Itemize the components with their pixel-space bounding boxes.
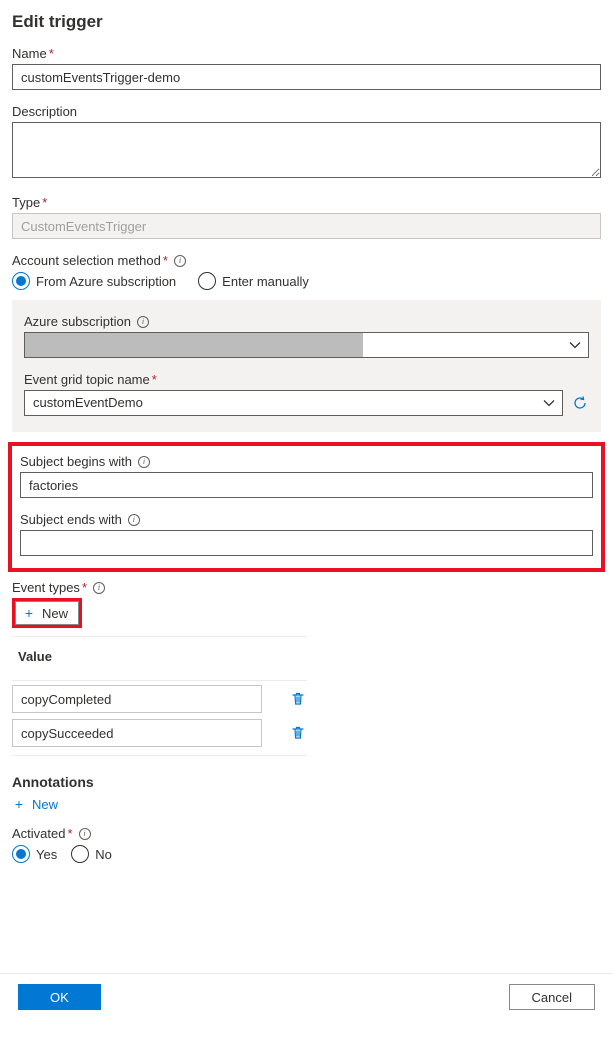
account-selection-radio-group: From Azure subscription Enter manually	[12, 272, 601, 290]
page-title: Edit trigger	[12, 12, 601, 32]
radio-activated-no[interactable]: No	[71, 845, 112, 863]
event-grid-topic-block: Event grid topic name * customEventDemo	[24, 372, 589, 416]
activated-label-text: Activated	[12, 826, 65, 841]
annotations-block: Annotations + New	[12, 774, 601, 812]
name-field-block: Name *	[12, 46, 601, 90]
radio-from-subscription[interactable]: From Azure subscription	[12, 272, 176, 290]
delete-event-type-button[interactable]	[290, 723, 307, 743]
type-label-text: Type	[12, 195, 40, 210]
info-icon[interactable]: i	[174, 255, 186, 267]
required-asterisk: *	[152, 372, 157, 387]
info-icon[interactable]: i	[137, 316, 149, 328]
subject-begins-input[interactable]	[20, 472, 593, 498]
radio-yes-label: Yes	[36, 847, 57, 862]
azure-subscription-select-wrap: .	[24, 332, 589, 358]
activated-label: Activated * i	[12, 826, 601, 841]
ok-button[interactable]: OK	[18, 984, 101, 1010]
type-input	[12, 213, 601, 239]
radio-enter-manually[interactable]: Enter manually	[198, 272, 309, 290]
radio-from-subscription-label: From Azure subscription	[36, 274, 176, 289]
new-annotation-label: New	[32, 797, 58, 812]
subscription-panel: Azure subscription i . Event grid topic …	[12, 300, 601, 432]
plus-icon: +	[22, 605, 36, 621]
account-selection-label-text: Account selection method	[12, 253, 161, 268]
new-button-label: New	[42, 606, 68, 621]
azure-subscription-block: Azure subscription i .	[24, 314, 589, 358]
annotations-heading: Annotations	[12, 774, 601, 790]
required-asterisk: *	[42, 195, 47, 210]
event-grid-topic-row: customEventDemo	[24, 390, 589, 416]
name-label-text: Name	[12, 46, 47, 61]
event-types-value-header: Value	[12, 641, 307, 672]
subject-ends-input[interactable]	[20, 530, 593, 556]
subject-begins-block: Subject begins with i	[20, 454, 593, 498]
radio-no-label: No	[95, 847, 112, 862]
info-icon[interactable]: i	[138, 456, 150, 468]
add-annotation-button[interactable]: + New	[12, 796, 58, 812]
cancel-button[interactable]: Cancel	[509, 984, 595, 1010]
azure-subscription-select[interactable]: .	[24, 332, 589, 358]
radio-checked-icon	[12, 845, 30, 863]
description-field-block: Description	[12, 104, 601, 181]
refresh-button[interactable]	[571, 394, 589, 412]
event-types-label-text: Event types	[12, 580, 80, 595]
azure-subscription-label-text: Azure subscription	[24, 314, 131, 329]
radio-activated-yes[interactable]: Yes	[12, 845, 57, 863]
plus-icon: +	[12, 796, 26, 812]
event-grid-topic-label: Event grid topic name *	[24, 372, 589, 387]
subject-ends-label: Subject ends with i	[20, 512, 593, 527]
footer: OK Cancel	[0, 973, 613, 1020]
divider	[12, 636, 307, 637]
event-types-table: Value	[12, 636, 307, 756]
add-event-type-button[interactable]: + New	[15, 601, 79, 625]
info-icon[interactable]: i	[128, 514, 140, 526]
type-field-block: Type *	[12, 195, 601, 239]
event-type-value-input[interactable]	[12, 719, 262, 747]
name-label: Name *	[12, 46, 601, 61]
radio-enter-manually-label: Enter manually	[222, 274, 309, 289]
description-input[interactable]	[12, 122, 601, 178]
event-grid-topic-select[interactable]: customEventDemo	[24, 390, 563, 416]
event-type-value-input[interactable]	[12, 685, 262, 713]
event-types-block: Event types * i + New Value	[12, 580, 601, 756]
name-input[interactable]	[12, 64, 601, 90]
subject-begins-label-text: Subject begins with	[20, 454, 132, 469]
event-type-row	[12, 685, 307, 713]
account-selection-label: Account selection method * i	[12, 253, 601, 268]
event-type-row	[12, 719, 307, 747]
activated-block: Activated * i Yes No	[12, 826, 601, 863]
azure-subscription-label: Azure subscription i	[24, 314, 589, 329]
info-icon[interactable]: i	[79, 828, 91, 840]
radio-unchecked-icon	[71, 845, 89, 863]
subject-ends-block: Subject ends with i	[20, 512, 593, 556]
required-asterisk: *	[67, 826, 72, 841]
subject-filter-highlight: Subject begins with i Subject ends with …	[8, 442, 605, 572]
radio-checked-icon	[12, 272, 30, 290]
description-label: Description	[12, 104, 601, 119]
event-types-label: Event types * i	[12, 580, 601, 595]
required-asterisk: *	[82, 580, 87, 595]
activated-radio-group: Yes No	[12, 845, 601, 863]
event-grid-topic-label-text: Event grid topic name	[24, 372, 150, 387]
divider	[12, 755, 307, 756]
required-asterisk: *	[49, 46, 54, 61]
description-label-text: Description	[12, 104, 77, 119]
delete-event-type-button[interactable]	[290, 689, 307, 709]
subject-ends-label-text: Subject ends with	[20, 512, 122, 527]
new-event-type-highlight: + New	[12, 598, 82, 628]
edit-trigger-panel: Edit trigger Name * Description Type * A…	[0, 0, 613, 863]
type-label: Type *	[12, 195, 601, 210]
info-icon[interactable]: i	[93, 582, 105, 594]
radio-unchecked-icon	[198, 272, 216, 290]
divider	[12, 680, 307, 681]
subject-begins-label: Subject begins with i	[20, 454, 593, 469]
account-selection-block: Account selection method * i From Azure …	[12, 253, 601, 290]
required-asterisk: *	[163, 253, 168, 268]
event-grid-topic-select-wrap: customEventDemo	[24, 390, 563, 416]
